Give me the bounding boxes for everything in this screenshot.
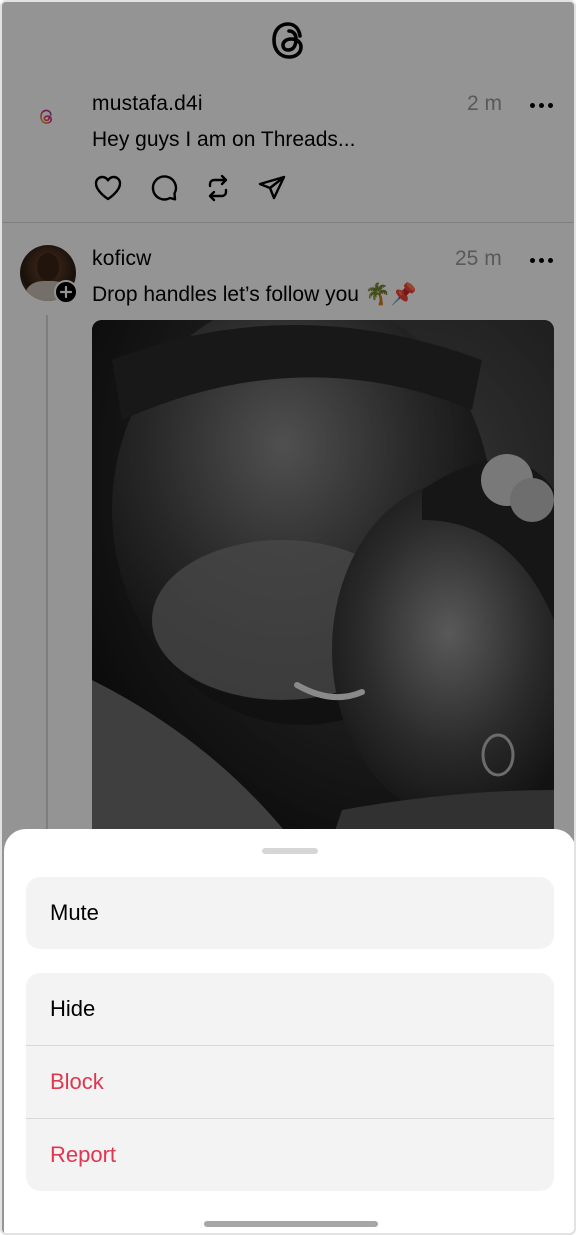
mute-button[interactable]: Mute [26,877,554,949]
menu-group-secondary: Hide Block Report [26,973,554,1191]
home-indicator[interactable] [204,1221,378,1227]
sheet-grabber[interactable] [262,848,318,854]
report-button[interactable]: Report [26,1118,554,1191]
threads-app: mustafa.d4i 2 m Hey guys I am on Threads… [0,0,576,1235]
menu-group-primary: Mute [26,877,554,949]
options-bottom-sheet: Mute Hide Block Report [4,829,574,1233]
hide-button[interactable]: Hide [26,973,554,1045]
block-button[interactable]: Block [26,1045,554,1118]
